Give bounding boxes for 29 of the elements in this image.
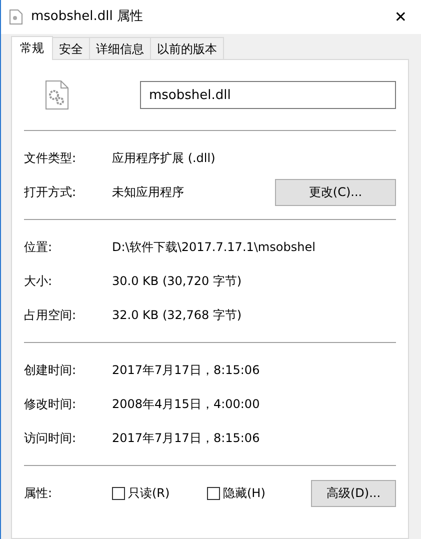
file-name-field[interactable]: msobshel.dll [140,81,396,109]
checkbox[interactable] [112,486,125,500]
advanced-button[interactable]: 高级(D)... [311,480,396,506]
field-value: 30.0 KB (30,720 字节) [112,273,243,290]
field-label: 修改时间: [24,396,78,413]
change-button[interactable]: 更改(C)... [275,178,396,206]
field-value: 32.0 KB (32,768 字节) [112,307,243,324]
field-label: 位置: [24,239,54,256]
field-value: D:\软件下载\2017.7.17.1\msobshel [112,239,316,256]
field-label: 大小: [24,273,54,290]
checkbox-label: 隐藏(H) [223,485,266,502]
field-value: 2008年4月15日，4:00:00 [112,396,261,413]
field-value: 应用程序扩展 (.dll) [112,150,216,167]
field-value: 2017年7月17日，8:15:06 [112,362,261,379]
checkbox-label: 只读(R) [128,485,170,502]
field-label: 文件类型: [24,150,78,167]
window-title: msobshel.dll 属性 [31,8,144,26]
field-value: 2017年7月17日，8:15:06 [112,430,261,447]
field-label: 创建时间: [24,362,78,379]
file-icon [9,9,23,25]
field-label: 打开方式: [24,184,78,201]
field-label: 属性: [24,485,54,502]
field-label: 占用空间: [24,307,78,324]
tab[interactable]: 常规 [11,36,53,60]
close-button[interactable]: ✕ [388,6,413,28]
field-label: 访问时间: [24,430,78,447]
field-value: 未知应用程序 [112,184,185,201]
checkbox[interactable] [207,486,220,500]
tab[interactable]: 以前的版本 [150,37,224,60]
